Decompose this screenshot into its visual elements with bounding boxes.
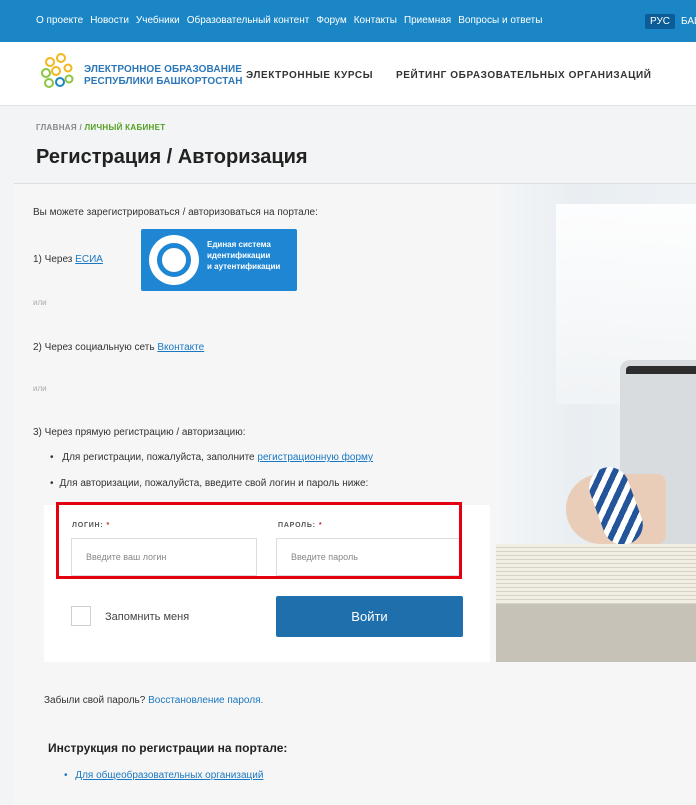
forgot-prefix: Забыли свой пароль? [44, 695, 146, 706]
restore-password-link[interactable]: Восстановление пароля. [148, 695, 263, 706]
option3: 3) Через прямую регистрацию / авторизаци… [33, 427, 246, 438]
hero-laptop-edge [626, 366, 696, 374]
nav-courses[interactable]: ЭЛЕКТРОННЫЕ КУРСЫ [246, 70, 373, 81]
top-link-contacts[interactable]: Контакты [354, 15, 397, 26]
breadcrumb-current: ЛИЧНЫЙ КАБИНЕТ [84, 123, 166, 132]
password-label-text: ПАРОЛЬ: [278, 522, 316, 529]
site-header: ЭЛЕКТРОННОЕ ОБРАЗОВАНИЕ РЕСПУБЛИКИ БАШКО… [0, 42, 696, 106]
esia-logo-line2: идентификации [207, 251, 271, 260]
login-label-text: ЛОГИН: [72, 522, 104, 529]
forgot-password: Забыли свой пароль? Восстановление парол… [44, 695, 263, 706]
login-required-mark: * [106, 522, 111, 529]
registration-form-link[interactable]: регистрационную форму [257, 452, 373, 463]
language-switch: РУС БАШ [645, 14, 696, 29]
password-required-mark: * [318, 522, 323, 529]
bullet-register: Для регистрации, пожалуйста, заполните р… [50, 452, 373, 463]
breadcrumb-separator: / [79, 123, 82, 132]
logo-text[interactable]: ЭЛЕКТРОННОЕ ОБРАЗОВАНИЕ РЕСПУБЛИКИ БАШКО… [84, 64, 243, 88]
option2: 2) Через социальную сеть Вконтакте [33, 342, 204, 353]
esia-logo-line3: и аутентификации [207, 262, 281, 271]
password-label: ПАРОЛЬ: * [278, 522, 322, 529]
or-separator-1: или [33, 298, 47, 307]
top-links: О проекте Новости Учебники Образовательн… [36, 15, 549, 26]
page-title: Регистрация / Авторизация [36, 146, 308, 168]
esia-logo-line1: Единая система [207, 240, 271, 249]
top-link-faq[interactable]: Вопросы и ответы [458, 15, 542, 26]
top-link-reception[interactable]: Приемная [404, 15, 451, 26]
lang-ba-button[interactable]: БАШ [681, 16, 696, 27]
top-link-about[interactable]: О проекте [36, 15, 83, 26]
top-link-textbooks[interactable]: Учебники [136, 15, 180, 26]
esia-icon [149, 235, 199, 285]
login-panel [44, 505, 490, 662]
option1-prefix: 1) Через [33, 254, 73, 265]
login-label: ЛОГИН: * [72, 522, 110, 529]
logo-icon[interactable] [36, 52, 78, 94]
remember-me-label[interactable]: Запомнить меня [105, 611, 189, 623]
nav-rating[interactable]: РЕЙТИНГ ОБРАЗОВАТЕЛЬНЫХ ОРГАНИЗАЦИЙ [396, 70, 652, 81]
login-button[interactable]: Войти [276, 596, 463, 637]
lang-ru-button[interactable]: РУС [645, 14, 676, 29]
hero-books-base [496, 604, 696, 662]
bullet-register-prefix: Для регистрации, пожалуйста, заполните [62, 452, 255, 463]
breadcrumb: ГЛАВНАЯ / ЛИЧНЫЙ КАБИНЕТ [36, 123, 165, 132]
remember-me-checkbox[interactable] [71, 606, 91, 626]
logo-line1: ЭЛЕКТРОННОЕ ОБРАЗОВАНИЕ [84, 64, 243, 75]
option1: 1) Через ЕСИА [33, 254, 103, 265]
instructions-general-link[interactable]: Для общеобразовательных организаций [75, 770, 263, 781]
option2-prefix: 2) Через социальную сеть [33, 342, 155, 353]
esia-link[interactable]: ЕСИА [75, 254, 103, 265]
top-link-forum[interactable]: Форум [316, 15, 346, 26]
password-input[interactable] [276, 538, 462, 576]
hero-image [496, 184, 696, 662]
breadcrumb-home[interactable]: ГЛАВНАЯ [36, 123, 77, 132]
logo-line2: РЕСПУБЛИКИ БАШКОРТОСТАН [84, 76, 243, 87]
top-bar: О проекте Новости Учебники Образовательн… [0, 0, 696, 42]
instructions-item: Для общеобразовательных организаций [64, 770, 263, 781]
login-input[interactable] [71, 538, 257, 576]
esia-logo-text: Единая система идентификации и аутентифи… [207, 239, 280, 272]
bullet-login: Для авторизации, пожалуйста, введите сво… [50, 478, 369, 489]
esia-logo[interactable]: Единая система идентификации и аутентифи… [141, 229, 297, 291]
intro-text: Вы можете зарегистрироваться / авторизов… [33, 207, 318, 218]
instructions-title: Инструкция по регистрации на портале: [48, 741, 288, 755]
top-link-content[interactable]: Образовательный контент [187, 15, 310, 26]
top-link-news[interactable]: Новости [90, 15, 129, 26]
vk-link[interactable]: Вконтакте [157, 342, 204, 353]
or-separator-2: или [33, 384, 47, 393]
